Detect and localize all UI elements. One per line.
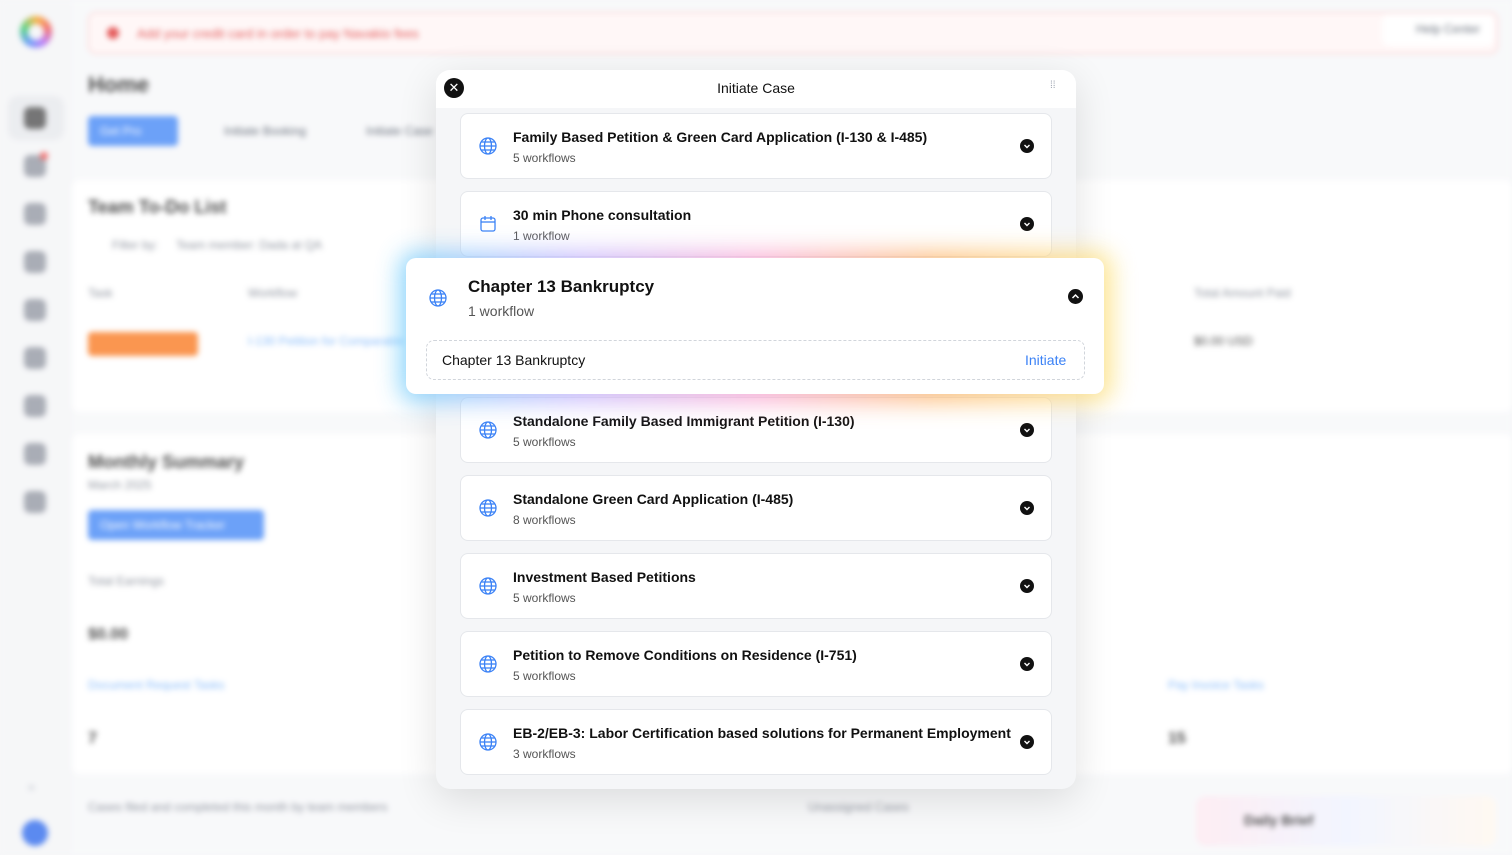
- chevron-down-icon[interactable]: [1020, 501, 1034, 515]
- case-subtitle: 8 workflows: [513, 513, 576, 527]
- workflow-row: Chapter 13 Bankruptcy Initiate: [426, 340, 1085, 380]
- expanded-case-title: Chapter 13 Bankruptcy: [468, 277, 655, 296]
- case-subtitle: 3 workflows: [513, 747, 576, 761]
- expanded-case-card[interactable]: Chapter 13 Bankruptcy 1 workflow Chapter…: [406, 258, 1104, 394]
- case-subtitle: 5 workflows: [513, 591, 576, 605]
- globe-icon: [479, 733, 497, 751]
- globe-icon: [479, 577, 497, 595]
- case-subtitle: 5 workflows: [513, 669, 576, 683]
- workflow-name: Chapter 13 Bankruptcy: [442, 352, 586, 368]
- case-card[interactable]: Investment Based Petitions 5 workflows: [460, 553, 1052, 619]
- chevron-down-icon[interactable]: [1020, 423, 1034, 437]
- chevron-down-icon[interactable]: [1020, 735, 1034, 749]
- globe-icon: [429, 289, 447, 307]
- case-card[interactable]: 30 min Phone consultation 1 workflow: [460, 191, 1052, 257]
- case-card[interactable]: Standalone Family Based Immigrant Petiti…: [460, 397, 1052, 463]
- case-title: 30 min Phone consultation: [513, 207, 692, 223]
- calendar-icon: [480, 216, 496, 232]
- modal-title: Initiate Case: [717, 80, 795, 96]
- expanded-case-subtitle: 1 workflow: [468, 303, 535, 319]
- chevron-down-icon[interactable]: [1020, 579, 1034, 593]
- globe-icon: [479, 137, 497, 155]
- case-title: Investment Based Petitions: [513, 569, 696, 585]
- case-subtitle: 5 workflows: [513, 151, 576, 165]
- case-title: Standalone Green Card Application (I-485…: [513, 491, 794, 507]
- case-title: Petition to Remove Conditions on Residen…: [513, 647, 857, 663]
- case-subtitle: 1 workflow: [513, 229, 570, 243]
- globe-icon: [479, 655, 497, 673]
- globe-icon: [479, 421, 497, 439]
- case-card[interactable]: Petition to Remove Conditions on Residen…: [460, 631, 1052, 697]
- drag-handle-icon[interactable]: ⁞⁞: [1050, 81, 1060, 96]
- case-card[interactable]: Family Based Petition & Green Card Appli…: [460, 113, 1052, 179]
- case-title: Family Based Petition & Green Card Appli…: [513, 129, 928, 145]
- case-title: EB-2/EB-3: Labor Certification based sol…: [513, 725, 1011, 741]
- initiate-case-modal: ✕ Initiate Case ⁞⁞ Family Based Petition…: [436, 70, 1076, 789]
- chevron-down-icon[interactable]: [1020, 139, 1034, 153]
- chevron-down-icon[interactable]: [1020, 217, 1034, 231]
- case-subtitle: 5 workflows: [513, 435, 576, 449]
- globe-icon: [479, 499, 497, 517]
- chevron-down-icon[interactable]: [1020, 657, 1034, 671]
- chevron-up-icon[interactable]: [1068, 289, 1083, 304]
- case-card[interactable]: Standalone Green Card Application (I-485…: [460, 475, 1052, 541]
- case-card[interactable]: EB-2/EB-3: Labor Certification based sol…: [460, 709, 1052, 775]
- modal-header: ✕ Initiate Case ⁞⁞: [436, 70, 1076, 108]
- case-title: Standalone Family Based Immigrant Petiti…: [513, 413, 855, 429]
- initiate-button[interactable]: Initiate: [1025, 352, 1066, 368]
